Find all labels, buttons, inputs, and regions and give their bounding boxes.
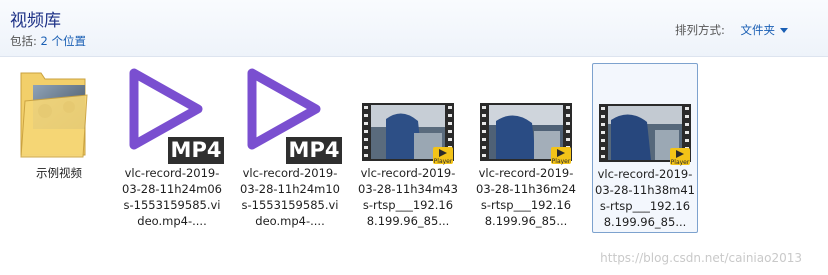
file-label: vlc-record-2019-03-28-11h34m43s-rtsp___1… bbox=[358, 166, 458, 228]
folder-icon bbox=[7, 63, 111, 165]
locations-link[interactable]: 2 个位置 bbox=[41, 34, 86, 48]
arrange-by-label: 排列方式: bbox=[674, 23, 725, 37]
watermark: https://blog.csdn.net/cainiao2013 bbox=[600, 251, 802, 265]
video-thumbnail-icon: Player bbox=[356, 63, 460, 165]
file-label: vlc-record-2019-03-28-11h24m10s-15531595… bbox=[240, 166, 340, 228]
video-file-item[interactable]: Player vlc-record-2019-03-28-11h36m24s-r… bbox=[474, 63, 578, 231]
arrange-by-dropdown[interactable]: 文件夹 bbox=[741, 23, 788, 37]
video-file-item-selected[interactable]: Player vlc-record-2019-03-28-11h38m41s-r… bbox=[592, 63, 698, 233]
video-file-item[interactable]: Player vlc-record-2019-03-28-11h34m43s-r… bbox=[356, 63, 460, 231]
mp4-file-icon: MP4 bbox=[238, 63, 342, 165]
arrange-by: 排列方式: 文件夹 bbox=[675, 22, 788, 38]
mp4-badge: MP4 bbox=[170, 138, 222, 162]
mp4-file-icon: MP4 bbox=[120, 63, 224, 165]
file-list: 示例视频 MP4 vlc-record-2019-03-28-11h24m06s… bbox=[0, 60, 828, 275]
folder-item[interactable]: 示例视频 bbox=[7, 63, 111, 231]
library-header: 视频库 包括: 2 个位置 排列方式: 文件夹 bbox=[0, 0, 828, 57]
file-label: vlc-record-2019-03-28-11h38m41s-rtsp___1… bbox=[595, 167, 695, 229]
library-includes: 包括: 2 个位置 bbox=[10, 33, 86, 49]
folder-label: 示例视频 bbox=[36, 166, 82, 180]
library-title: 视频库 bbox=[10, 11, 61, 31]
video-thumbnail-icon: Player bbox=[474, 63, 578, 165]
mp4-badge: MP4 bbox=[288, 138, 340, 162]
video-file-item[interactable]: MP4 vlc-record-2019-03-28-11h24m06s-1553… bbox=[120, 63, 224, 231]
video-thumbnail-icon: Player bbox=[593, 64, 697, 166]
file-label: vlc-record-2019-03-28-11h36m24s-rtsp___1… bbox=[476, 166, 576, 228]
file-label: vlc-record-2019-03-28-11h24m06s-15531595… bbox=[122, 166, 222, 228]
chevron-down-icon[interactable] bbox=[780, 28, 788, 33]
video-file-item[interactable]: MP4 vlc-record-2019-03-28-11h24m10s-1553… bbox=[238, 63, 342, 231]
arrange-by-value[interactable]: 文件夹 bbox=[741, 23, 776, 37]
includes-label: 包括: bbox=[10, 34, 37, 48]
